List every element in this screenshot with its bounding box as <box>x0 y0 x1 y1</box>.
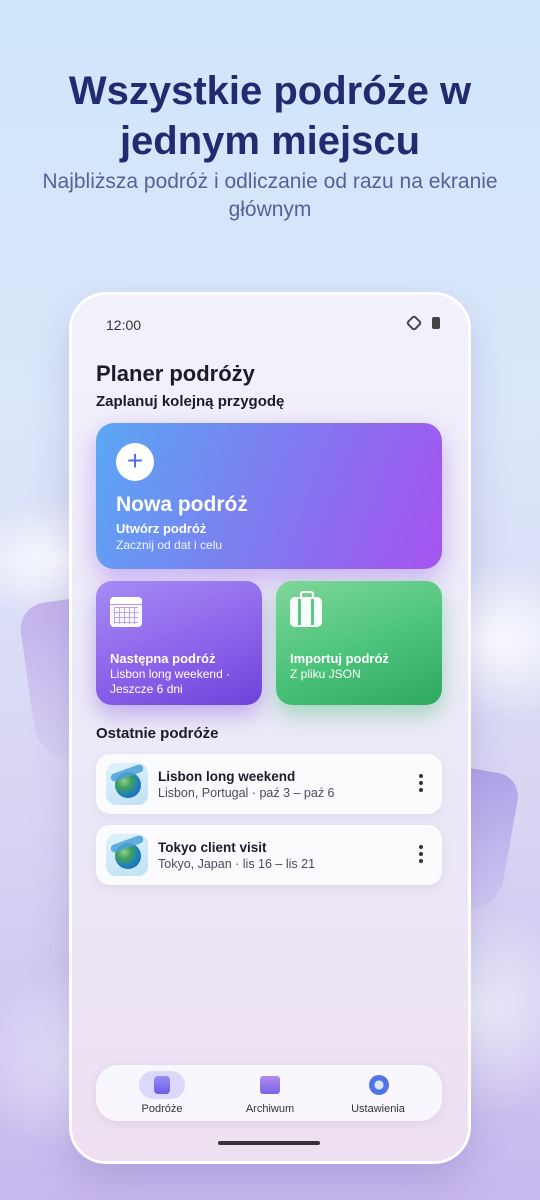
next-trip-card[interactable]: Następna podróż Lisbon long weekend · Je… <box>96 581 262 705</box>
status-bar: 12:00 <box>106 314 440 335</box>
calendar-icon <box>110 597 142 627</box>
globe-plane-icon <box>106 763 148 805</box>
next-trip-detail: Lisbon long weekend · Jeszcze 6 dni <box>110 667 231 696</box>
import-trip-title: Importuj podróż <box>290 651 389 666</box>
recent-trips-heading: Ostatnie podróże <box>96 725 219 742</box>
nav-item-archive[interactable]: Archiwum <box>220 1071 320 1117</box>
new-trip-card[interactable]: + Nowa podróż Utwórz podróż Zacznij od d… <box>96 423 442 569</box>
nav-item-trips[interactable]: Podróże <box>112 1071 212 1117</box>
new-trip-description: Zacznij od dat i celu <box>116 538 223 552</box>
next-trip-title: Następna podróż <box>110 651 216 666</box>
trip-name: Lisbon long weekend <box>158 769 296 784</box>
battery-icon <box>432 317 440 329</box>
satellite-icon <box>405 314 423 332</box>
nav-label: Ustawienia <box>351 1103 405 1115</box>
plus-icon: + <box>116 443 154 481</box>
trip-meta: Lisbon, Portugal · paź 3 – paź 6 <box>158 786 335 800</box>
bottom-navigation: Podróże Archiwum Ustawienia <box>96 1065 442 1121</box>
luggage-icon <box>154 1076 170 1094</box>
nav-label: Podróże <box>141 1103 183 1115</box>
home-indicator[interactable] <box>218 1141 320 1145</box>
nav-label: Archiwum <box>245 1103 295 1115</box>
new-trip-label: Utwórz podróż <box>116 521 207 536</box>
promo-headline: Wszystkie podróże w jednym miejscu <box>68 69 472 163</box>
suitcase-icon <box>290 591 322 627</box>
import-trip-detail: Z pliku JSON <box>290 667 361 681</box>
promo-subheadline: Najbliższa podróż i odliczanie od razu n… <box>42 170 498 221</box>
list-item[interactable]: Tokyo client visit Tokyo, Japan · lis 16… <box>96 825 442 885</box>
trip-name: Tokyo client visit <box>158 840 267 855</box>
more-options-icon[interactable] <box>418 845 424 865</box>
import-trip-card[interactable]: Importuj podróż Z pliku JSON <box>276 581 442 705</box>
nav-item-settings[interactable]: Ustawienia <box>328 1071 428 1117</box>
new-trip-title: Nowa podróż <box>116 493 248 516</box>
page-subtitle: Zaplanuj kolejną przygodę <box>96 393 285 410</box>
status-time: 12:00 <box>106 317 142 333</box>
trip-meta: Tokyo, Japan · lis 16 – lis 21 <box>158 857 316 871</box>
list-item[interactable]: Lisbon long weekend Lisbon, Portugal · p… <box>96 754 442 814</box>
page-title: Planer podróży <box>96 361 255 386</box>
more-options-icon[interactable] <box>418 774 424 794</box>
globe-plane-icon <box>106 834 148 876</box>
archive-box-icon <box>260 1076 280 1094</box>
gear-icon <box>369 1075 389 1095</box>
phone-screen: 12:00 Planer podróży Zaplanuj kolejną pr… <box>72 295 468 1161</box>
